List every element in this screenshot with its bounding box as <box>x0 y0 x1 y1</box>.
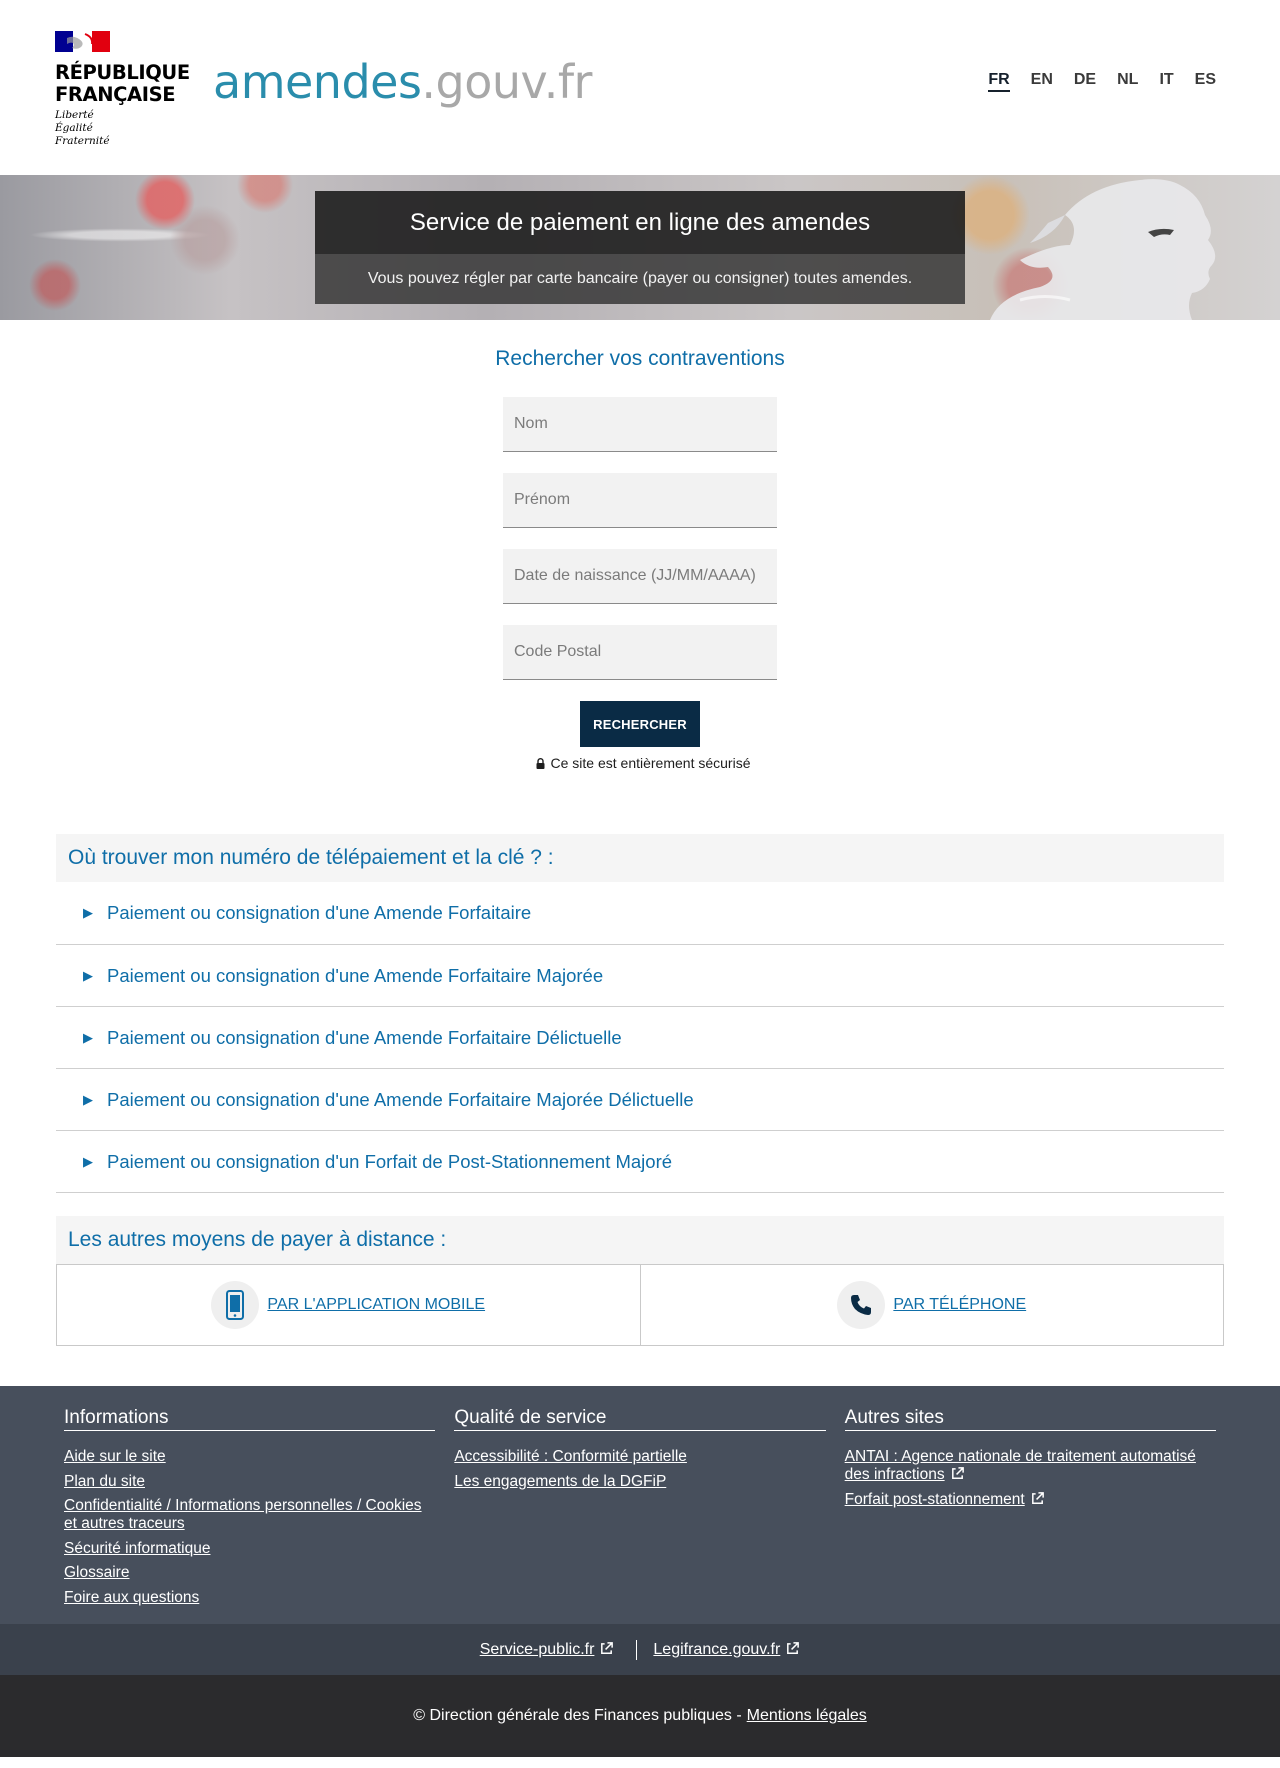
footer-link-antai[interactable]: ANTAI : Agence nationale de traitement a… <box>845 1448 1216 1484</box>
footer-link-plan[interactable]: Plan du site <box>64 1473 435 1491</box>
motto-egalite: Égalité <box>55 122 93 134</box>
hero-subtitle: Vous pouvez régler par carte bancaire (p… <box>315 254 965 304</box>
marianne-profile-illustration <box>990 179 1216 320</box>
footer-link-securite[interactable]: Sécurité informatique <box>64 1540 435 1558</box>
lang-fr[interactable]: FR <box>988 71 1010 92</box>
lang-es[interactable]: ES <box>1195 71 1216 92</box>
footer-col-qualite: Qualité de service Accessibilité : Confo… <box>454 1407 826 1606</box>
marianne-flag-icon <box>55 31 110 52</box>
footer-link-fps[interactable]: Forfait post-stationnement <box>845 1491 1216 1509</box>
lock-icon <box>536 757 544 769</box>
nom-input[interactable] <box>503 397 777 452</box>
footer-col-title: Informations <box>64 1407 436 1431</box>
accordion-item-forfait-post-stationnement[interactable]: ▶ Paiement ou consignation d'un Forfait … <box>56 1131 1224 1193</box>
faq-accordion: ▶ Paiement ou consignation d'une Amende … <box>56 882 1224 1193</box>
rf-title-line1: RÉPUBLIQUE <box>55 61 190 84</box>
site-name-part2: .gouv.fr <box>421 55 592 109</box>
other-means-title: Les autres moyens de payer à distance : <box>56 1216 1224 1264</box>
pay-options-grid: PAR L'APPLICATION MOBILE PAR TÉLÉPHONE <box>56 1264 1224 1346</box>
triangle-right-icon: ▶ <box>83 1153 93 1169</box>
footer-col-title: Autres sites <box>844 1407 1216 1431</box>
lang-de[interactable]: DE <box>1074 71 1096 92</box>
pay-option-mobile: PAR L'APPLICATION MOBILE <box>57 1265 640 1345</box>
motto-fraternite: Fraternité <box>55 135 110 147</box>
mobile-app-link[interactable]: PAR L'APPLICATION MOBILE <box>267 1296 485 1314</box>
site-header: RÉPUBLIQUE FRANÇAISE Liberté Égalité Fra… <box>0 0 1280 175</box>
rechercher-button[interactable]: RECHERCHER <box>580 701 700 747</box>
footer-link-fps-label: Forfait post-stationnement <box>844 1490 1025 1508</box>
footer-links: Informations Aide sur le site Plan du si… <box>0 1386 1280 1624</box>
legifrance-link[interactable]: Legifrance.gouv.fr <box>653 1641 800 1659</box>
footer-link-aide[interactable]: Aide sur le site <box>64 1448 435 1466</box>
footer-link-confidentialite[interactable]: Confidentialité / Informations personnel… <box>64 1497 435 1533</box>
search-title: Rechercher vos contraventions <box>495 347 785 370</box>
accordion-item-amende-forfaitaire-majoree-delictuelle[interactable]: ▶ Paiement ou consignation d'une Amende … <box>56 1069 1224 1131</box>
accordion-item-amende-forfaitaire-delictuelle[interactable]: ▶ Paiement ou consignation d'une Amende … <box>56 1007 1224 1069</box>
accordion-item-amende-forfaitaire-majoree[interactable]: ▶ Paiement ou consignation d'une Amende … <box>56 945 1224 1007</box>
triangle-right-icon: ▶ <box>83 1091 93 1107</box>
secure-text: Ce site est entièrement sécurisé <box>550 755 751 771</box>
external-link-icon <box>601 1641 614 1654</box>
triangle-right-icon: ▶ <box>83 967 93 983</box>
accordion-item-label: Paiement ou consignation d'une Amende Fo… <box>107 1088 694 1110</box>
footer-partner-links: Service-public.fr Legifrance.gouv.fr <box>0 1624 1280 1675</box>
site-name-part1: amendes <box>213 55 422 109</box>
link-separator <box>636 1639 638 1660</box>
hero-text-box: Service de paiement en ligne des amendes… <box>315 191 965 304</box>
lang-en[interactable]: EN <box>1031 71 1053 92</box>
pay-option-phone: PAR TÉLÉPHONE <box>639 1265 1224 1345</box>
accordion-item-label: Paiement ou consignation d'une Amende Fo… <box>107 964 604 986</box>
footer-link-antai-label: ANTAI : Agence nationale de traitement a… <box>844 1448 1196 1483</box>
phone-link[interactable]: PAR TÉLÉPHONE <box>893 1296 1026 1314</box>
hero-banner: Service de paiement en ligne des amendes… <box>0 175 1280 320</box>
faq-title: Où trouver mon numéro de télépaiement et… <box>56 834 1224 882</box>
hero-title: Service de paiement en ligne des amendes <box>315 191 965 254</box>
external-link-icon <box>787 1641 800 1654</box>
footer-col-informations: Informations Aide sur le site Plan du si… <box>64 1407 436 1607</box>
service-public-link[interactable]: Service-public.fr <box>480 1641 615 1659</box>
accordion-item-label: Paiement ou consignation d'une Amende Fo… <box>107 1026 622 1048</box>
footer-link-glossaire[interactable]: Glossaire <box>64 1564 435 1582</box>
accordion-item-amende-forfaitaire[interactable]: ▶ Paiement ou consignation d'une Amende … <box>56 882 1224 945</box>
site-footer: Informations Aide sur le site Plan du si… <box>0 1386 1280 1757</box>
triangle-right-icon: ▶ <box>83 905 93 920</box>
legifrance-label: Legifrance.gouv.fr <box>653 1640 781 1658</box>
search-form: Rechercher vos contraventions RECHERCHER… <box>0 320 1280 771</box>
triangle-right-icon: ▶ <box>83 1029 93 1045</box>
republique-francaise-logo[interactable]: RÉPUBLIQUE FRANÇAISE Liberté Égalité Fra… <box>55 31 190 148</box>
site-name-logo[interactable]: amendes.gouv.fr <box>213 52 592 112</box>
footer-link-accessibilite[interactable]: Accessibilité : Conformité partielle <box>454 1448 825 1466</box>
footer-link-engagements[interactable]: Les engagements de la DGFiP <box>454 1473 825 1491</box>
smartphone-icon <box>211 1281 260 1329</box>
footer-link-faq[interactable]: Foire aux questions <box>64 1589 435 1607</box>
mentions-legales-link[interactable]: Mentions légales <box>747 1707 867 1725</box>
service-public-label: Service-public.fr <box>479 1640 595 1658</box>
external-link-icon <box>1031 1491 1044 1504</box>
date-naissance-input[interactable] <box>503 549 777 604</box>
prenom-input[interactable] <box>503 473 777 528</box>
code-postal-input[interactable] <box>503 625 777 680</box>
footer-copyright: © Direction générale des Finances publiq… <box>0 1675 1280 1757</box>
accordion-item-label: Paiement ou consignation d'un Forfait de… <box>107 1150 673 1172</box>
rf-title-line2: FRANÇAISE <box>55 83 176 106</box>
accordion-item-label: Paiement ou consignation d'une Amende Fo… <box>107 902 532 923</box>
faq-section: Où trouver mon numéro de télépaiement et… <box>56 834 1224 1193</box>
secure-notice: Ce site est entièrement sécurisé <box>0 755 1280 771</box>
language-selector: FR EN DE NL IT ES <box>988 71 1216 92</box>
footer-col-autres-sites: Autres sites ANTAI : Agence nationale de… <box>844 1407 1216 1606</box>
external-link-icon <box>951 1467 964 1479</box>
footer-col-title: Qualité de service <box>454 1407 826 1431</box>
lang-it[interactable]: IT <box>1159 71 1173 92</box>
other-means-section: Les autres moyens de payer à distance : … <box>56 1216 1224 1346</box>
lang-nl[interactable]: NL <box>1117 71 1138 92</box>
phone-icon <box>837 1281 886 1329</box>
motto-liberte: Liberté <box>55 109 94 121</box>
copyright-text: © Direction générale des Finances publiq… <box>413 1707 742 1724</box>
